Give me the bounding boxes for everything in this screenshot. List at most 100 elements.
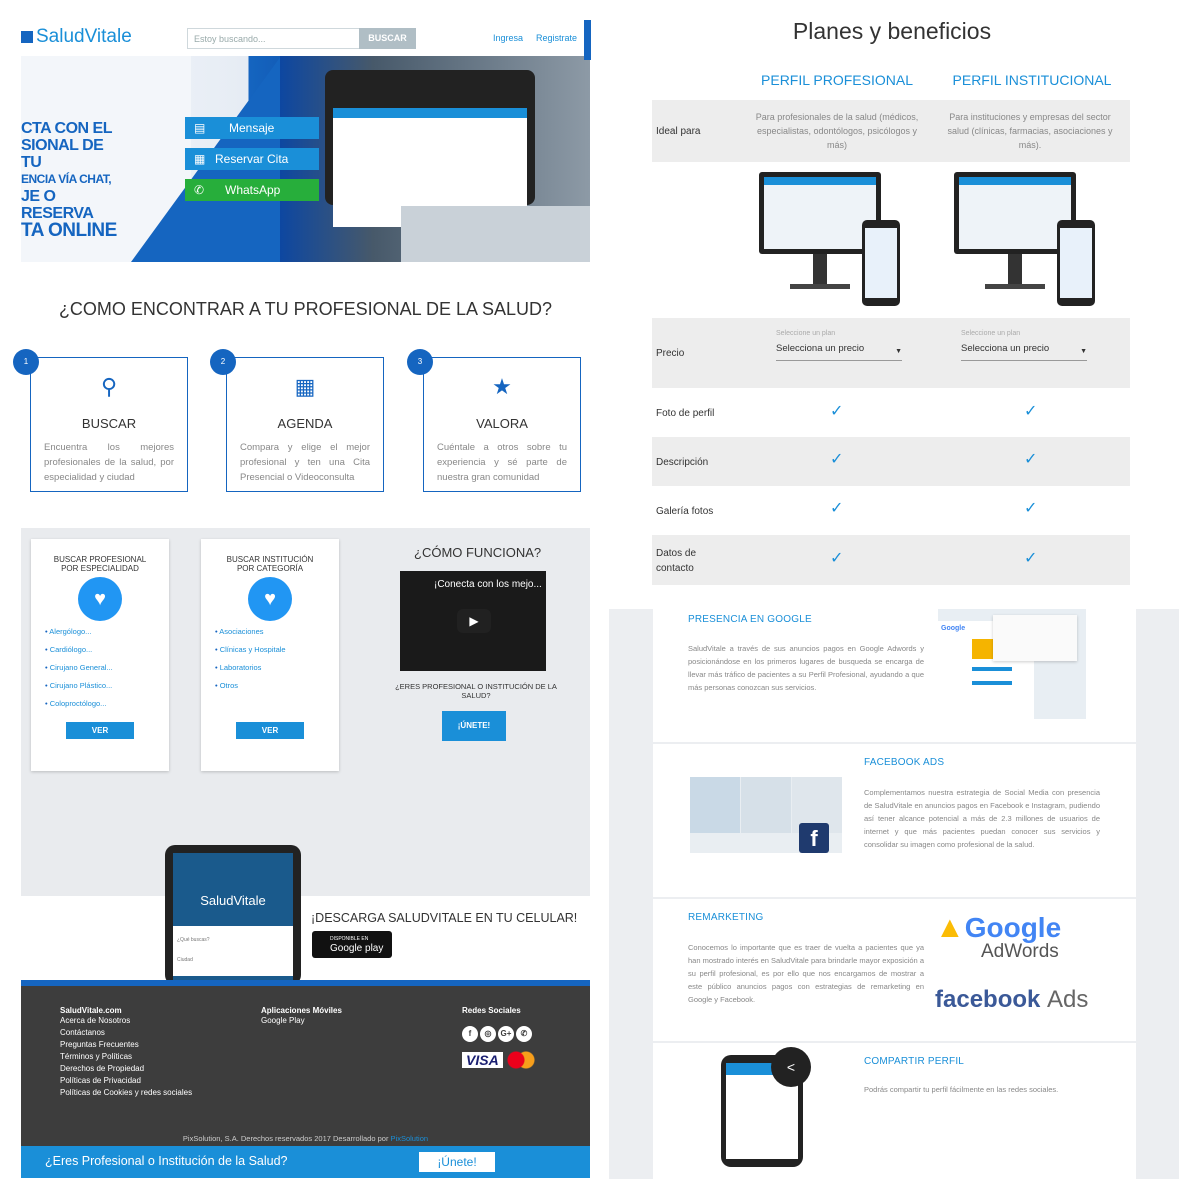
- register-link[interactable]: Registrate: [536, 33, 577, 43]
- adwords-triangle-icon: ▲: [935, 911, 965, 944]
- copyright: PixSolution, S.A. Derechos reservados 20…: [21, 1134, 590, 1143]
- check-icon: ✓: [830, 451, 844, 468]
- footer-link[interactable]: Contáctanos: [60, 1027, 192, 1039]
- step-desc: Cuéntale a otros sobre tu experiencia y …: [437, 442, 567, 483]
- category-link[interactable]: Asociaciones: [215, 627, 286, 636]
- whatsapp-icon[interactable]: ✆: [516, 1026, 532, 1042]
- logo-text: SaludVitale: [36, 26, 132, 47]
- phone-screen: [865, 228, 897, 298]
- footer-link[interactable]: Políticas de Cookies y redes sociales: [60, 1087, 192, 1099]
- phone-mockup: SaludVitale ¿Qué buscas? Ciudad: [165, 845, 301, 985]
- see-institutions-button[interactable]: VER: [236, 722, 304, 739]
- footer-link[interactable]: Preguntas Frecuentes: [60, 1039, 192, 1051]
- instagram-icon[interactable]: ◎: [480, 1026, 496, 1042]
- step-desc: Encuentra los mejores profesionales de l…: [44, 442, 174, 483]
- hero-line: CTA CON EL: [21, 120, 113, 137]
- browse-section: BUSCAR PROFESIONALPOR ESPECIALIDAD ♥ Ale…: [21, 528, 590, 896]
- google-plus-icon[interactable]: G+: [498, 1026, 514, 1042]
- specialty-link[interactable]: Coloproctólogo...: [45, 699, 113, 708]
- plans-title: Planes y beneficios: [792, 18, 992, 44]
- join-question-line: ¿ERES PROFESIONAL O INSTITUCIÓN DE LA: [395, 682, 557, 691]
- google-logo-text: Google: [964, 912, 1062, 943]
- see-professionals-button[interactable]: VER: [66, 722, 134, 739]
- check-icon: ✓: [830, 403, 844, 420]
- card-title-line: BUSCAR PROFESIONAL: [53, 555, 147, 564]
- footer-col-apps: Aplicaciones Móviles Google Play: [261, 1006, 342, 1027]
- ad-card: [993, 615, 1077, 661]
- specialty-link[interactable]: Alergólogo...: [45, 627, 113, 636]
- whatsapp-button[interactable]: ✆ WhatsApp: [185, 179, 319, 201]
- step-card-agenda: ▦ AGENDA Compara y elige el mejor profes…: [226, 357, 384, 492]
- search-button[interactable]: BUSCAR: [359, 28, 416, 49]
- heart-pulse-icon: ♥: [78, 577, 122, 621]
- reserve-button[interactable]: ▦ Reservar Cita: [185, 148, 319, 170]
- step-title: AGENDA: [277, 416, 333, 431]
- price-select-professional[interactable]: Seleccione un plan Selecciona un precio ▼: [776, 330, 902, 361]
- cta-join-button[interactable]: ¡Únete!: [419, 1152, 495, 1172]
- footer-link[interactable]: Términos y Políticas: [60, 1051, 192, 1063]
- price-select-institutional[interactable]: Seleccione un plan Selecciona un precio ▼: [961, 330, 1087, 361]
- phone-mockup: [862, 220, 900, 306]
- hero-line: TA ONLINE: [21, 220, 117, 241]
- facebook-ads-logo: facebook Ads: [935, 986, 1088, 1014]
- category-link[interactable]: Laboratorios: [215, 663, 286, 672]
- benefit-title: REMARKETING: [688, 912, 764, 923]
- row-label: Galería fotos: [656, 506, 714, 517]
- video-player[interactable]: ¡Conecta con los mejo... ▶: [400, 571, 546, 671]
- professional-preview-image: [759, 172, 900, 306]
- specialty-link[interactable]: Cirujano General...: [45, 663, 113, 672]
- serp-line: [972, 667, 1012, 671]
- laptop-screen-bar: [333, 108, 527, 118]
- header-accent-bar: [584, 20, 591, 60]
- phone-screen: SaludVitale ¿Qué buscas? Ciudad: [173, 853, 293, 985]
- login-link[interactable]: Ingresa: [493, 33, 523, 43]
- message-button[interactable]: ▤ Mensaje: [185, 117, 319, 139]
- monitor-base: [985, 284, 1045, 289]
- footer-link[interactable]: Google Play: [261, 1015, 342, 1027]
- adwords-logo-text: AdWords: [981, 941, 1059, 962]
- join-question: ¿ERES PROFESIONAL O INSTITUCIÓN DE LA SAL…: [381, 682, 571, 700]
- share-icon: <: [771, 1047, 811, 1087]
- category-link[interactable]: Clínicas y Hospitale: [215, 645, 286, 654]
- how-title: ¿COMO ENCONTRAR A TU PROFESIONAL DE LA S…: [58, 299, 553, 319]
- card-title: BUSCAR INSTITUCIÓN POR CATEGORÍA: [201, 555, 339, 573]
- benefit-title: FACEBOOK ADS: [864, 757, 945, 768]
- footer-link[interactable]: Derechos de Propiedad: [60, 1063, 192, 1075]
- select-label: Seleccione un plan: [961, 330, 1021, 337]
- step-title: BUSCAR: [81, 416, 137, 431]
- benefit-desc: Podrás compartir tu perfil fácilmente en…: [864, 1085, 1059, 1094]
- row-label: Ideal para: [656, 126, 701, 137]
- google-play-badge[interactable]: DISPONIBLE EN Google play: [312, 931, 392, 958]
- monitor-screen: [959, 177, 1071, 249]
- search-input[interactable]: Estoy buscando...: [187, 28, 361, 49]
- facebook-icon[interactable]: f: [462, 1026, 478, 1042]
- ideal-institutional: Para instituciones y empresas del sector…: [947, 112, 1113, 150]
- specialty-link[interactable]: Cirujano Plástico...: [45, 681, 113, 690]
- developer-link[interactable]: PixSolution: [391, 1134, 429, 1143]
- facebook-logo-text: facebook: [935, 986, 1041, 1013]
- category-link[interactable]: Otros: [215, 681, 286, 690]
- col-header-institutional: PERFIL INSTITUCIONAL: [952, 72, 1112, 88]
- step-card-search: ⚲ BUSCAR Encuentra los mejores profesion…: [30, 357, 188, 492]
- col-header-professional: PERFIL PROFESIONAL: [761, 72, 913, 88]
- monitor-header: [764, 177, 876, 185]
- footer-link[interactable]: Políticas de Privacidad: [60, 1075, 192, 1087]
- monitor-stand: [1008, 254, 1022, 284]
- select-label: Seleccione un plan: [776, 330, 836, 337]
- benefits-section: PRESENCIA EN GOOGLE SaludVitale a través…: [609, 609, 1179, 1179]
- chat-icon: ▤: [194, 121, 206, 135]
- institutional-preview-image: [954, 172, 1095, 306]
- specialty-link[interactable]: Cardiólogo...: [45, 645, 113, 654]
- search-icon: ⚲: [100, 374, 118, 399]
- logo[interactable]: SaludVitale: [21, 26, 132, 48]
- step-number: 2: [210, 349, 236, 375]
- footer-col-social: Redes Sociales f ◎ G+ ✆ VISA: [462, 1006, 536, 1070]
- join-button[interactable]: ¡ÚNETE!: [442, 711, 506, 741]
- landing-page-panel: SaludVitale Estoy buscando... BUSCAR Ing…: [13, 0, 591, 1190]
- benefit-title: COMPARTIR PERFIL: [864, 1056, 965, 1067]
- play-icon[interactable]: ▶: [457, 609, 491, 633]
- ideal-professional: Para profesionales de la salud (médicos,…: [755, 112, 919, 150]
- whatsapp-icon: ✆: [194, 183, 205, 197]
- footer-link[interactable]: Acerca de Nosotros: [60, 1015, 192, 1027]
- footer-heading: Redes Sociales: [462, 1006, 521, 1015]
